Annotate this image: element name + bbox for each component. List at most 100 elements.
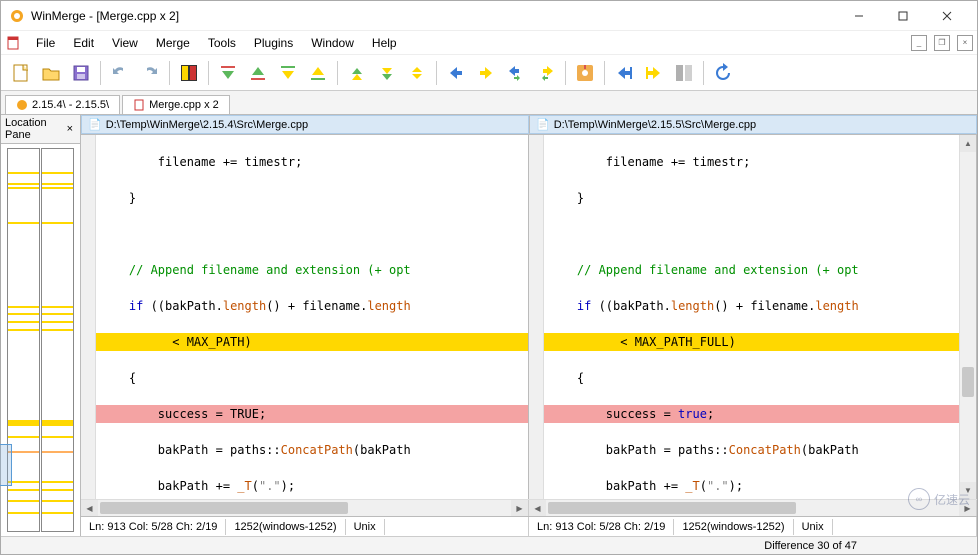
current-diff-button[interactable] <box>403 59 431 87</box>
location-pane: Location Pane × <box>1 115 81 536</box>
left-gutter <box>81 135 96 499</box>
minimize-button[interactable] <box>837 2 881 30</box>
code-line: bakPath += _T("."); <box>544 477 959 495</box>
right-code[interactable]: filename += timestr; } // Append filenam… <box>544 135 959 499</box>
last-diff-button[interactable] <box>373 59 401 87</box>
code-line: bakPath += _T("."); <box>96 477 528 495</box>
compare-panes: 📄D:\Temp\WinMerge\2.15.4\Src\Merge.cpp 📄… <box>81 115 977 536</box>
diff-counter: Difference 30 of 47 <box>764 540 857 552</box>
menu-tools[interactable]: Tools <box>201 33 243 53</box>
hscroll-left[interactable] <box>98 500 511 516</box>
horizontal-scrollbars: ◀▶ ◀▶ <box>81 499 977 516</box>
prev-diff-button[interactable] <box>244 59 272 87</box>
menu-merge[interactable]: Merge <box>149 33 197 53</box>
menu-bar: File Edit View Merge Tools Plugins Windo… <box>1 31 977 55</box>
menu-view[interactable]: View <box>105 33 145 53</box>
toolbar <box>1 55 977 91</box>
new-button[interactable] <box>7 59 35 87</box>
menu-file[interactable]: File <box>29 33 62 53</box>
code-line: { <box>544 369 959 387</box>
undo-button[interactable] <box>106 59 134 87</box>
location-pane-title: Location Pane <box>5 117 64 141</box>
status-bar: Ln: 913 Col: 5/28 Ch: 2/19 1252(windows-… <box>81 516 977 536</box>
mdi-close[interactable]: × <box>957 35 973 51</box>
menu-edit[interactable]: Edit <box>66 33 101 53</box>
scroll-down-icon[interactable]: ▼ <box>960 482 976 499</box>
mdi-minimize[interactable]: _ <box>911 35 927 51</box>
code-line: filename += timestr; <box>96 153 528 171</box>
code-line: } <box>544 189 959 207</box>
left-code[interactable]: filename += timestr; } // Append filenam… <box>96 135 528 499</box>
status-encoding: 1252(windows-1252) <box>674 519 793 535</box>
status-position: Ln: 913 Col: 5/28 Ch: 2/19 <box>529 519 674 535</box>
left-file-header[interactable]: 📄D:\Temp\WinMerge\2.15.4\Src\Merge.cpp <box>81 115 529 134</box>
prev-diff-right-button[interactable] <box>304 59 332 87</box>
open-button[interactable] <box>37 59 65 87</box>
code-line: // Append filename and extension (+ opt <box>544 261 959 279</box>
right-file-header[interactable]: 📄D:\Temp\WinMerge\2.15.5\Src\Merge.cpp <box>529 115 977 134</box>
code-line-diff: success = TRUE; <box>96 405 528 423</box>
redo-button[interactable] <box>136 59 164 87</box>
code-line: bakPath = paths::ConcatPath(bakPath <box>544 441 959 459</box>
tab-folder-compare[interactable]: 2.15.4\ - 2.15.5\ <box>5 95 120 114</box>
copy-left-button[interactable] <box>472 59 500 87</box>
code-line <box>544 225 959 243</box>
maximize-button[interactable] <box>881 2 925 30</box>
scroll-right-icon[interactable]: ▶ <box>511 500 528 516</box>
scroll-up-icon[interactable]: ▲ <box>960 135 976 152</box>
save-button[interactable] <box>67 59 95 87</box>
file-header-row: 📄D:\Temp\WinMerge\2.15.4\Src\Merge.cpp 📄… <box>81 115 977 135</box>
code-line: if ((bakPath.length() + filename.length <box>544 297 959 315</box>
code-line: bakPath = paths::ConcatPath(bakPath <box>96 441 528 459</box>
location-strip[interactable] <box>1 144 80 536</box>
mdi-restore[interactable]: ❐ <box>934 35 950 51</box>
scroll-left-icon[interactable]: ◀ <box>529 500 546 516</box>
code-line-diff: < MAX_PATH_FULL) <box>544 333 959 351</box>
code-line: { <box>96 369 528 387</box>
status-encoding: 1252(windows-1252) <box>226 519 345 535</box>
tab-label: Merge.cpp x 2 <box>149 99 219 111</box>
copy-right-advance-button[interactable] <box>502 59 530 87</box>
code-line: } <box>96 189 528 207</box>
vertical-scrollbar[interactable]: ▲ ▼ <box>959 135 976 499</box>
diff-pane-button[interactable] <box>175 59 203 87</box>
menu-help[interactable]: Help <box>365 33 404 53</box>
code-line <box>96 225 528 243</box>
folder-diff-icon <box>16 99 28 111</box>
all-right-button[interactable] <box>610 59 638 87</box>
doc-icon <box>5 35 21 51</box>
scroll-right-icon[interactable]: ▶ <box>959 500 976 516</box>
workspace: Location Pane × <box>1 115 977 536</box>
options-button[interactable] <box>571 59 599 87</box>
menu-plugins[interactable]: Plugins <box>247 33 300 53</box>
app-icon <box>9 8 25 24</box>
location-pane-close[interactable]: × <box>64 123 76 135</box>
copy-left-advance-button[interactable] <box>532 59 560 87</box>
scroll-left-icon[interactable]: ◀ <box>81 500 98 516</box>
code-line-diff: success = true; <box>544 405 959 423</box>
title-bar: WinMerge - [Merge.cpp x 2] <box>1 1 977 31</box>
status-eol: Unix <box>794 519 833 535</box>
tab-label: 2.15.4\ - 2.15.5\ <box>32 99 109 111</box>
auto-merge-button[interactable] <box>670 59 698 87</box>
copy-right-button[interactable] <box>442 59 470 87</box>
document-tabs: 2.15.4\ - 2.15.5\ Merge.cpp x 2 <box>1 91 977 115</box>
code-line: filename += timestr; <box>544 153 959 171</box>
tab-file-compare[interactable]: Merge.cpp x 2 <box>122 95 230 114</box>
hscroll-right[interactable] <box>546 500 959 516</box>
left-pane: filename += timestr; } // Append filenam… <box>81 135 529 499</box>
next-diff-right-button[interactable] <box>274 59 302 87</box>
next-diff-button[interactable] <box>214 59 242 87</box>
window-title: WinMerge - [Merge.cpp x 2] <box>31 9 837 23</box>
right-pane: filename += timestr; } // Append filenam… <box>529 135 977 499</box>
first-diff-button[interactable] <box>343 59 371 87</box>
viewport-indicator[interactable] <box>0 444 12 486</box>
code-line-diff: < MAX_PATH) <box>96 333 528 351</box>
all-left-button[interactable] <box>640 59 668 87</box>
status-position: Ln: 913 Col: 5/28 Ch: 2/19 <box>81 519 226 535</box>
menu-window[interactable]: Window <box>304 33 361 53</box>
close-button[interactable] <box>925 2 969 30</box>
code-line: if ((bakPath.length() + filename.length <box>96 297 528 315</box>
app-status-bar: Difference 30 of 47 <box>1 536 977 554</box>
refresh-button[interactable] <box>709 59 737 87</box>
